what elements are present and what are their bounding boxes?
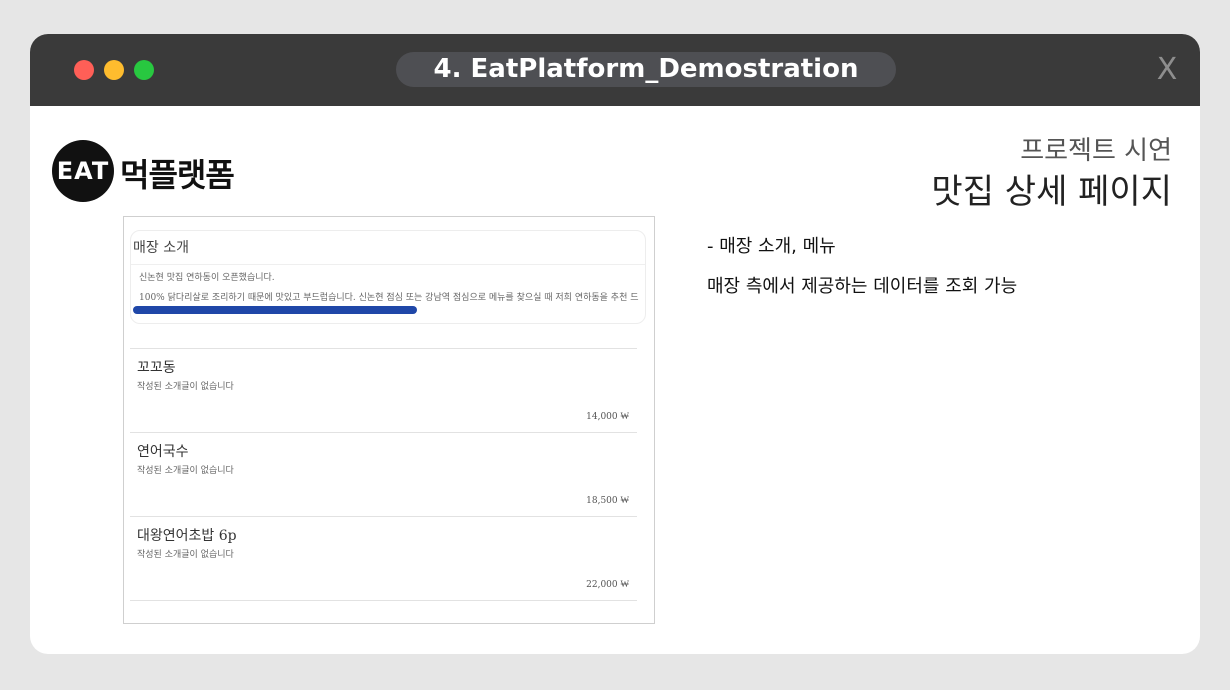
- scrollbar-thumb[interactable]: [133, 306, 418, 314]
- project-label: 프로젝트 시연: [1020, 136, 1172, 166]
- close-button[interactable]: X: [1154, 52, 1180, 88]
- menu-item-price: 22,000 ₩: [586, 580, 629, 590]
- menu-item-price: 18,500 ₩: [586, 496, 629, 506]
- eat-platform-logo: EAT 먹플랫폼: [52, 140, 252, 202]
- menu-item[interactable]: 대왕연어초밥 6p 작성된 소개글이 없습니다 22,000 ₩: [130, 517, 637, 601]
- minimize-dot-icon[interactable]: [104, 60, 124, 80]
- store-detail-screenshot: 매장 소개 신논현 맛집 연하동이 오픈했습니다. 100% 닭다리살로 조리하…: [123, 216, 655, 624]
- store-intro-card: 매장 소개 신논현 맛집 연하동이 오픈했습니다. 100% 닭다리살로 조리하…: [130, 230, 646, 324]
- logo-badge-text: EAT: [56, 157, 110, 185]
- description-line-2: 매장 측에서 제공하는 데이터를 조회 가능: [707, 276, 1018, 297]
- store-intro-line-1: 신논현 맛집 연하동이 오픈했습니다.: [139, 273, 275, 283]
- page-title: 맛집 상세 페이지: [931, 172, 1172, 212]
- description-line-1: - 매장 소개, 메뉴: [707, 236, 836, 257]
- maximize-dot-icon[interactable]: [134, 60, 154, 80]
- store-intro-line-2: 100% 닭다리살로 조리하기 때문에 맛있고 부드럽습니다. 신논현 점심 또…: [139, 293, 639, 303]
- menu-item-description: 작성된 소개글이 없습니다: [137, 466, 234, 476]
- logo-badge: EAT: [52, 140, 114, 202]
- horizontal-scrollbar[interactable]: [133, 306, 641, 314]
- menu-item-description: 작성된 소개글이 없습니다: [137, 550, 234, 560]
- menu-item[interactable]: 연어국수 작성된 소개글이 없습니다 18,500 ₩: [130, 433, 637, 517]
- divider: [131, 264, 645, 265]
- menu-item-price: 14,000 ₩: [586, 412, 629, 422]
- presentation-window: 4. EatPlatform_Demostration X EAT 먹플랫폼 프…: [30, 34, 1200, 654]
- store-intro-title: 매장 소개: [133, 240, 189, 256]
- logo-wordmark: 먹플랫폼: [120, 156, 235, 194]
- close-dot-icon[interactable]: [74, 60, 94, 80]
- menu-item[interactable]: 꼬꼬동 작성된 소개글이 없습니다 14,000 ₩: [130, 349, 637, 433]
- window-title: 4. EatPlatform_Demostration: [396, 52, 896, 87]
- menu-item-name: 꼬꼬동: [137, 360, 176, 376]
- menu-item-name: 연어국수: [137, 444, 189, 460]
- menu-item-name: 대왕연어초밥 6p: [137, 528, 237, 544]
- menu-list: 꼬꼬동 작성된 소개글이 없습니다 14,000 ₩ 연어국수 작성된 소개글이…: [130, 348, 637, 601]
- title-bar: 4. EatPlatform_Demostration X: [30, 34, 1200, 106]
- menu-item-description: 작성된 소개글이 없습니다: [137, 382, 234, 392]
